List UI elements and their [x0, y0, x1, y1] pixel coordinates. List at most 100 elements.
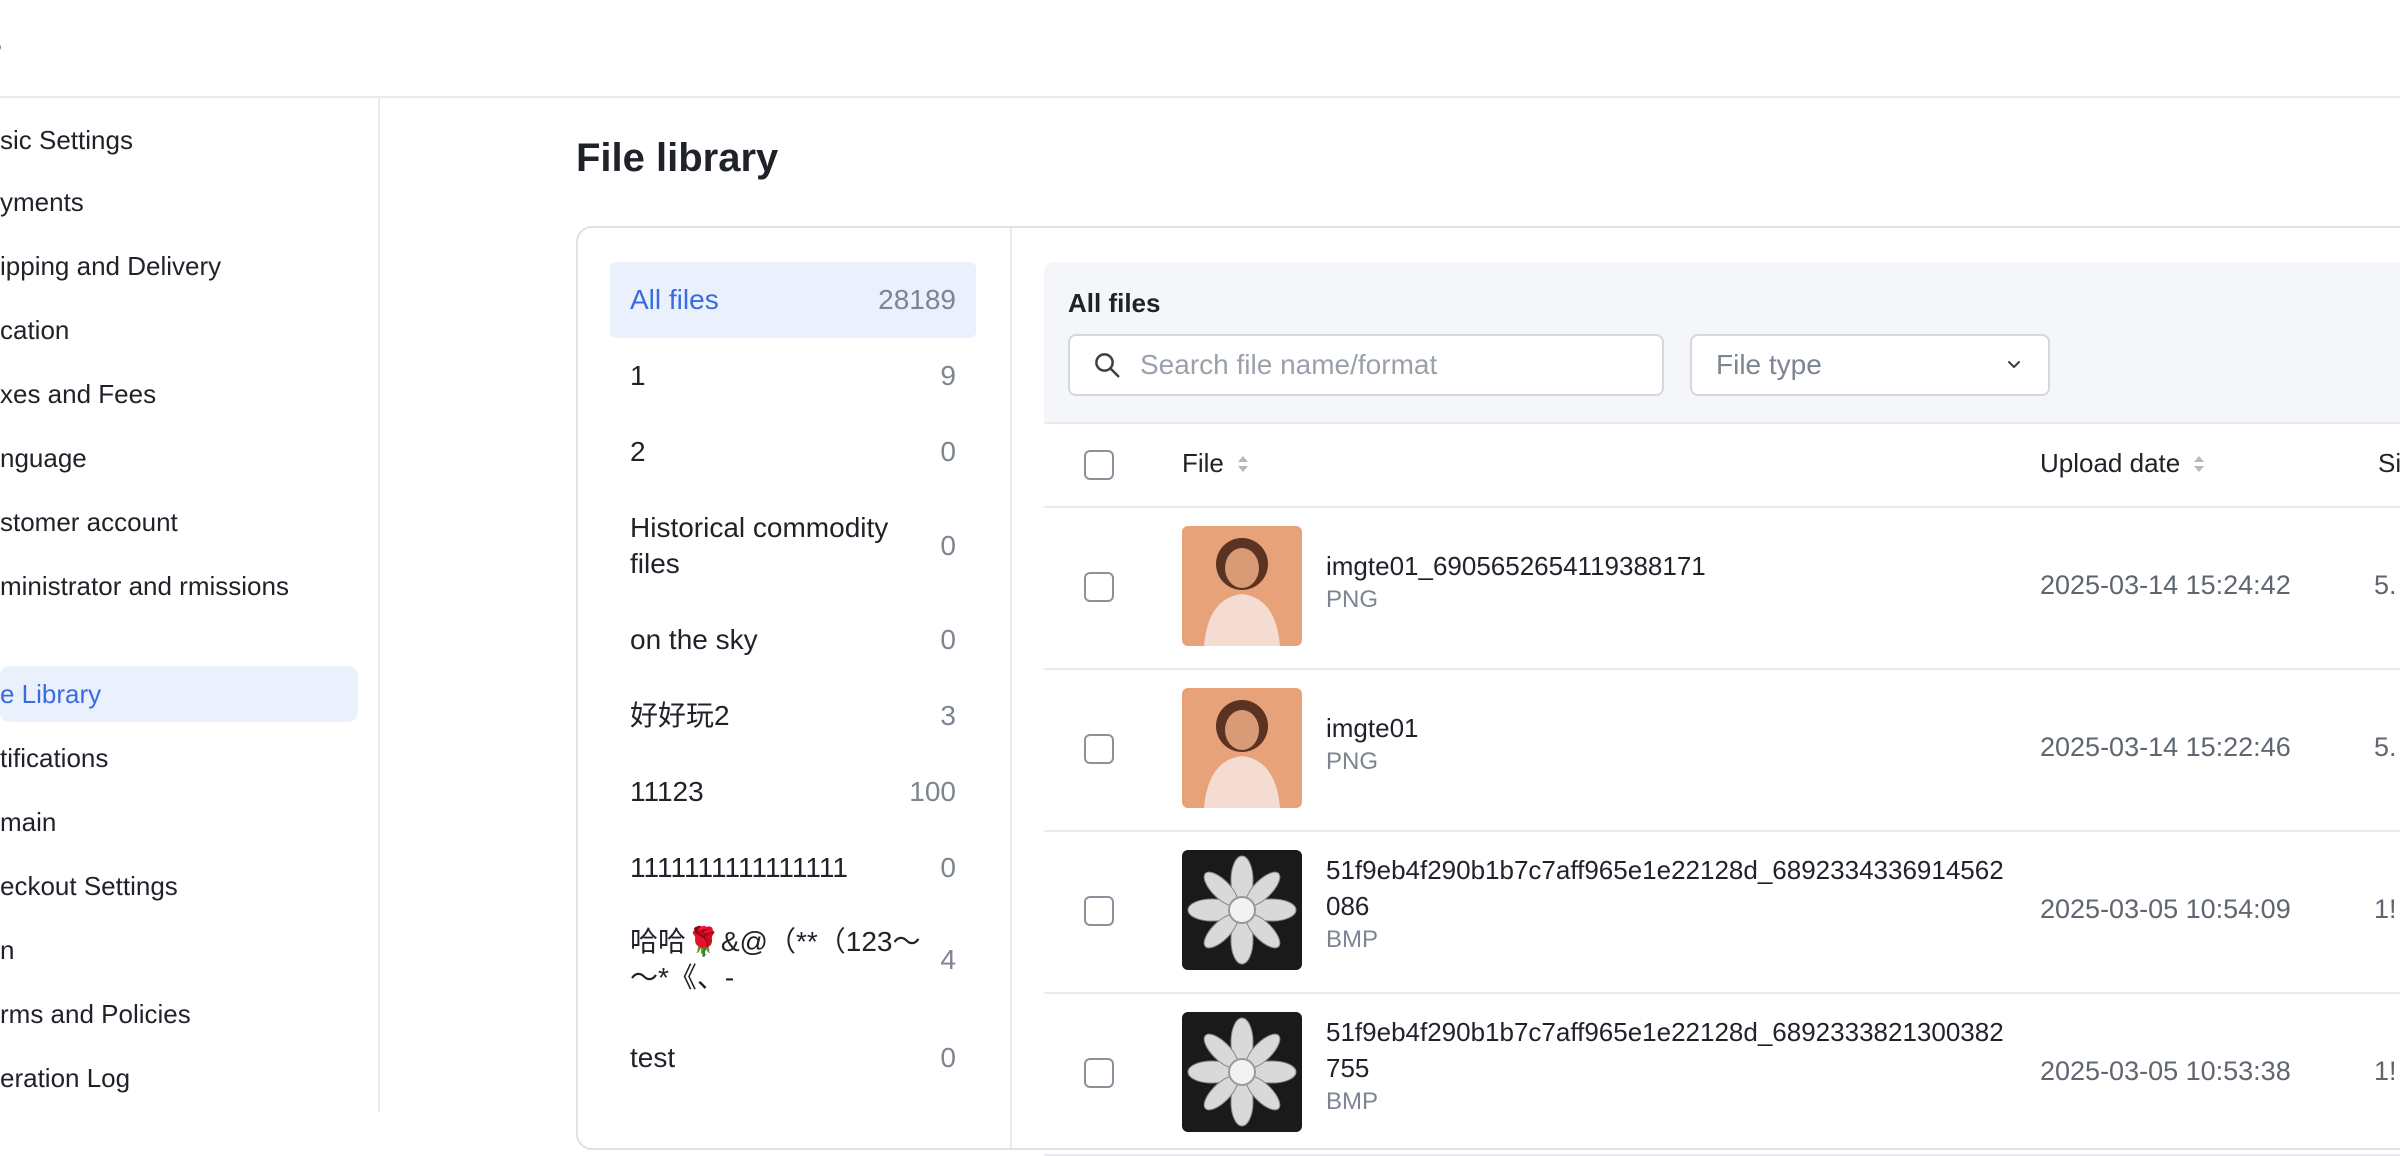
upload-date: 2025-03-05 10:53:38	[2040, 1056, 2291, 1086]
column-header-upload-date[interactable]: Upload date	[2040, 448, 2206, 479]
column-header-size[interactable]: Si	[2378, 448, 2400, 479]
sidebar-item-operation-log[interactable]: eration Log	[0, 1058, 358, 1098]
folder-count: 0	[940, 624, 956, 655]
file-info: imgte01 PNG	[1326, 710, 2006, 778]
sidebar-item-taxes[interactable]: xes and Fees	[0, 374, 358, 414]
file-size: 5.	[2374, 570, 2397, 600]
file-name[interactable]: 51f9eb4f290b1b7c7aff965e1e22128d_6892333…	[1326, 1014, 2006, 1086]
page-header-title: gs	[0, 20, 2, 62]
column-label: Upload date	[2040, 448, 2181, 478]
file-thumbnail[interactable]	[1182, 850, 1302, 970]
sidebar-item-file-library[interactable]: e Library	[0, 666, 358, 722]
folder-item[interactable]: on the sky 0	[610, 602, 976, 678]
file-format: BMP	[1326, 926, 1379, 953]
search-icon	[1095, 353, 1120, 378]
folder-name: 11123	[630, 776, 704, 807]
folder-item[interactable]: Historical commodity files 0	[610, 496, 976, 596]
file-thumbnail[interactable]	[1182, 688, 1302, 808]
folder-name: on the sky	[630, 624, 758, 655]
file-info: 51f9eb4f290b1b7c7aff965e1e22128d_6892334…	[1326, 852, 2006, 956]
file-name[interactable]: imgte01	[1326, 710, 2006, 746]
file-format: PNG	[1326, 748, 1379, 775]
file-info: 51f9eb4f290b1b7c7aff965e1e22128d_6892333…	[1326, 1014, 2006, 1118]
folder-item[interactable]: 好好玩2 3	[610, 678, 976, 754]
sidebar-item-label: sic Settings	[0, 125, 133, 155]
search-box[interactable]	[1068, 334, 1664, 396]
folder-count: 4	[940, 944, 956, 975]
file-type-select[interactable]: File type	[1690, 334, 2050, 396]
page-title: File library	[576, 136, 779, 180]
column-header-file[interactable]: File	[1182, 448, 1250, 479]
person-thumbnail-icon	[1182, 688, 1302, 808]
file-name[interactable]: imgte01_6905652654119388171	[1326, 548, 2006, 584]
sidebar-item-label: tifications	[0, 743, 109, 773]
folder-name: test	[630, 1042, 676, 1073]
sidebar-item-language[interactable]: nguage	[0, 438, 358, 478]
file-name[interactable]: 51f9eb4f290b1b7c7aff965e1e22128d_6892334…	[1326, 852, 2006, 924]
folder-name: Historical commodity files	[630, 512, 889, 579]
settings-sidebar: sic Settings yments ipping and Delivery …	[0, 98, 380, 1112]
folder-name: 1	[630, 360, 646, 391]
table-row[interactable]: 51f9eb4f290b1b7c7aff965e1e22128d_6892334…	[1044, 830, 2400, 994]
file-thumbnail[interactable]	[1182, 1012, 1302, 1132]
table-header: File Upload date Si	[1044, 422, 2400, 508]
sort-icon[interactable]	[2192, 452, 2206, 476]
upload-date: 2025-03-14 15:22:46	[2040, 732, 2291, 762]
file-list-toolbar: All files File type	[1044, 262, 2400, 422]
table-row[interactable]: imgte01_6905652654119388171 PNG 2025-03-…	[1044, 506, 2400, 670]
folder-count: 0	[940, 852, 956, 883]
row-checkbox[interactable]	[1084, 1058, 1114, 1088]
file-list-area: All files File type File	[1044, 262, 2400, 1156]
sidebar-item-label: main	[0, 807, 57, 837]
sidebar-item-basic-settings[interactable]: sic Settings	[0, 120, 358, 160]
table-row[interactable]: 51f9eb4f290b1b7c7aff965e1e22128d_6892333…	[1044, 992, 2400, 1156]
folder-count: 28189	[878, 284, 956, 315]
sidebar-item-label: e Library	[0, 679, 102, 709]
folder-item-all-files[interactable]: All files 28189	[610, 262, 976, 338]
table-row[interactable]: imgte01 PNG 2025-03-14 15:22:46 5.	[1044, 668, 2400, 832]
sidebar-item-label: eration Log	[0, 1063, 131, 1093]
sidebar-item-label: eckout Settings	[0, 871, 178, 901]
folder-name: 好好玩2	[630, 700, 730, 731]
folder-count: 9	[940, 360, 956, 391]
folder-name: 2	[630, 436, 646, 467]
sidebar-item-domain[interactable]: main	[0, 802, 358, 842]
sidebar-item-label: stomer account	[0, 507, 178, 537]
sidebar-item-plan[interactable]: n	[0, 930, 358, 970]
sidebar-item-label: nguage	[0, 443, 87, 473]
file-size: 1!	[2374, 1056, 2397, 1086]
folder-count: 0	[940, 436, 956, 467]
folder-item[interactable]: test 0	[610, 1020, 976, 1096]
sidebar-item-label: xes and Fees	[0, 379, 157, 409]
sidebar-item-payments[interactable]: yments	[0, 182, 358, 222]
folder-name: 哈哈🌹&@（**（123～～*《、-	[630, 926, 921, 993]
row-checkbox[interactable]	[1084, 734, 1114, 764]
row-checkbox[interactable]	[1084, 572, 1114, 602]
sidebar-item-shipping[interactable]: ipping and Delivery	[0, 246, 358, 286]
sidebar-item-customer-account[interactable]: stomer account	[0, 502, 358, 542]
select-all-checkbox[interactable]	[1084, 450, 1114, 480]
sidebar-item-administrator[interactable]: ministrator and rmissions	[0, 566, 320, 606]
folder-item[interactable]: 11123 100	[610, 754, 976, 830]
folder-count: 100	[909, 776, 956, 807]
folder-item[interactable]: 1111111111111111 0	[610, 830, 976, 906]
sort-icon[interactable]	[1236, 452, 1250, 476]
folder-count: 0	[940, 530, 956, 561]
row-checkbox[interactable]	[1084, 896, 1114, 926]
sidebar-item-label: ministrator and rmissions	[0, 571, 289, 601]
file-thumbnail[interactable]	[1182, 526, 1302, 646]
sidebar-item-location[interactable]: cation	[0, 310, 358, 350]
column-label: Si	[2378, 448, 2400, 478]
folder-item[interactable]: 哈哈🌹&@（**（123～～*《、- 4	[610, 910, 976, 1010]
sidebar-item-notifications[interactable]: tifications	[0, 738, 358, 778]
upload-date: 2025-03-14 15:24:42	[2040, 570, 2291, 600]
sidebar-item-terms-policies[interactable]: rms and Policies	[0, 994, 358, 1034]
folder-item[interactable]: 2 0	[610, 414, 976, 490]
sidebar-item-checkout-settings[interactable]: eckout Settings	[0, 866, 358, 906]
file-size: 1!	[2374, 894, 2397, 924]
file-list-title: All files	[1068, 288, 1161, 318]
folder-item[interactable]: 1 9	[610, 338, 976, 414]
file-library-panel: All files 28189 1 9 2 0 Historical commo…	[576, 226, 2400, 1156]
search-input[interactable]	[1138, 348, 1662, 382]
sidebar-item-label: ipping and Delivery	[0, 251, 222, 281]
